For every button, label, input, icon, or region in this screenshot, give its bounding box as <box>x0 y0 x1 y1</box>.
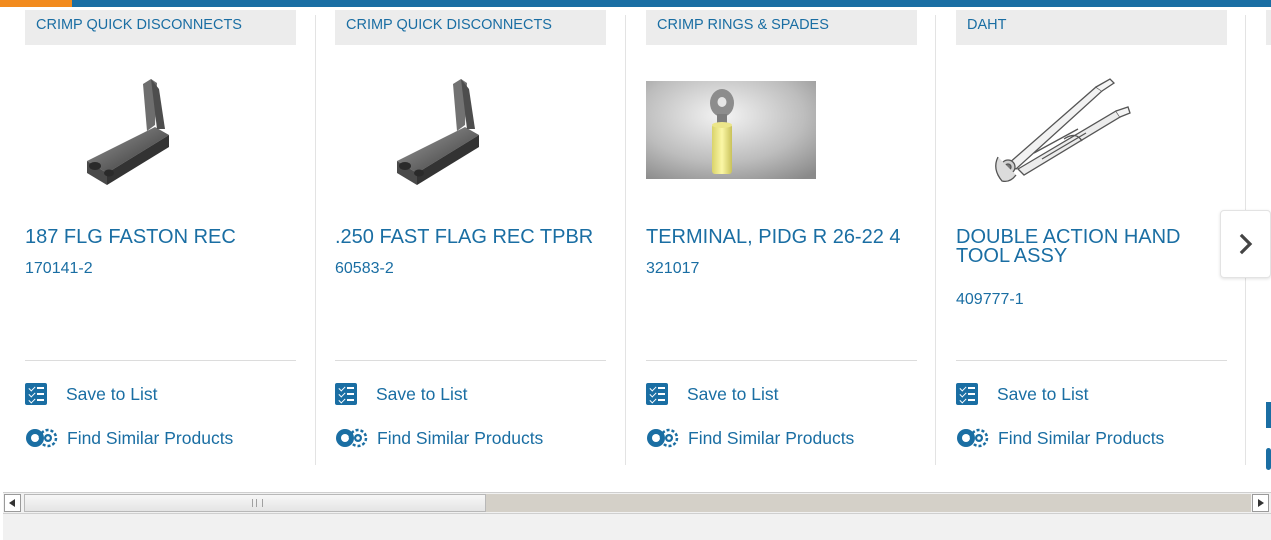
gears-icon <box>26 428 58 448</box>
gears-icon <box>957 428 989 448</box>
product-image[interactable] <box>978 69 1148 189</box>
product-card[interactable]: CRIMP QUICK DISCONNECTS 187 FLG FASTON R… <box>25 7 296 465</box>
next-card-peek <box>1266 10 1271 45</box>
find-similar-products-link[interactable]: Find Similar Products <box>646 426 854 450</box>
gears-icon <box>647 428 679 448</box>
find-similar-products-link[interactable]: Find Similar Products <box>956 426 1164 450</box>
product-category[interactable]: CRIMP QUICK DISCONNECTS <box>25 10 296 45</box>
find-similar-label: Find Similar Products <box>67 427 234 448</box>
part-number[interactable]: 60583-2 <box>335 260 394 278</box>
product-title[interactable]: 187 FLG FASTON REC <box>25 227 296 247</box>
find-similar-label: Find Similar Products <box>998 427 1165 448</box>
save-to-list-link[interactable]: Save to List <box>956 382 1088 406</box>
product-category[interactable]: DAHT <box>956 10 1227 45</box>
save-to-list-label: Save to List <box>376 383 468 404</box>
next-card-peek-icon <box>1266 402 1271 428</box>
find-similar-products-link[interactable]: Find Similar Products <box>25 426 233 450</box>
footer-area <box>3 514 1271 540</box>
save-to-list-label: Save to List <box>997 383 1089 404</box>
top-bar-accent <box>0 0 72 7</box>
find-similar-products-link[interactable]: Find Similar Products <box>335 426 543 450</box>
part-number[interactable]: 321017 <box>646 260 699 278</box>
divider <box>646 360 917 361</box>
product-category[interactable]: CRIMP QUICK DISCONNECTS <box>335 10 606 45</box>
card-separator <box>625 15 626 465</box>
scrollbar-thumb[interactable] <box>24 494 486 512</box>
divider <box>335 360 606 361</box>
product-image[interactable] <box>646 81 816 201</box>
product-card[interactable]: CRIMP RINGS & SPADES TERMINAL, PIDG R 26… <box>646 7 917 465</box>
scrollbar-track[interactable] <box>486 494 1251 512</box>
chevron-right-icon <box>1239 233 1252 255</box>
divider <box>956 360 1227 361</box>
product-image[interactable] <box>357 69 527 189</box>
top-bar <box>0 0 1271 7</box>
card-separator <box>315 15 316 465</box>
checklist-icon <box>25 383 47 405</box>
save-to-list-link[interactable]: Save to List <box>646 382 778 406</box>
gears-icon <box>336 428 368 448</box>
checklist-icon <box>956 383 978 405</box>
product-card[interactable]: DAHT DOUBLE ACTION HAND TOOL ASSY 409777… <box>956 7 1227 465</box>
product-category[interactable]: CRIMP RINGS & SPADES <box>646 10 917 45</box>
scroll-left-arrow-icon[interactable] <box>4 494 21 512</box>
save-to-list-label: Save to List <box>66 383 158 404</box>
product-title[interactable]: .250 FAST FLAG REC TPBR <box>335 227 606 247</box>
find-similar-label: Find Similar Products <box>688 427 855 448</box>
checklist-icon <box>646 383 668 405</box>
save-to-list-link[interactable]: Save to List <box>335 382 467 406</box>
scroll-right-arrow-icon[interactable] <box>1252 494 1269 512</box>
part-number[interactable]: 409777-1 <box>956 291 1024 309</box>
part-number[interactable]: 170141-2 <box>25 260 93 278</box>
product-carousel: CRIMP QUICK DISCONNECTS 187 FLG FASTON R… <box>0 7 1271 487</box>
carousel-next-button[interactable] <box>1220 210 1271 278</box>
save-to-list-link[interactable]: Save to List <box>25 382 157 406</box>
product-title[interactable]: TERMINAL, PIDG R 26-22 4 <box>646 227 917 247</box>
product-card[interactable]: CRIMP QUICK DISCONNECTS .250 FAST FLAG R… <box>335 7 606 465</box>
divider <box>25 360 296 361</box>
checklist-icon <box>335 383 357 405</box>
save-to-list-label: Save to List <box>687 383 779 404</box>
scrollbar-grip-icon <box>252 499 263 507</box>
find-similar-label: Find Similar Products <box>377 427 544 448</box>
product-image[interactable] <box>47 69 217 189</box>
next-card-peek-icon <box>1266 448 1271 470</box>
product-title[interactable]: DOUBLE ACTION HAND TOOL ASSY <box>956 227 1227 266</box>
card-separator <box>935 15 936 465</box>
horizontal-scrollbar[interactable] <box>3 492 1271 514</box>
